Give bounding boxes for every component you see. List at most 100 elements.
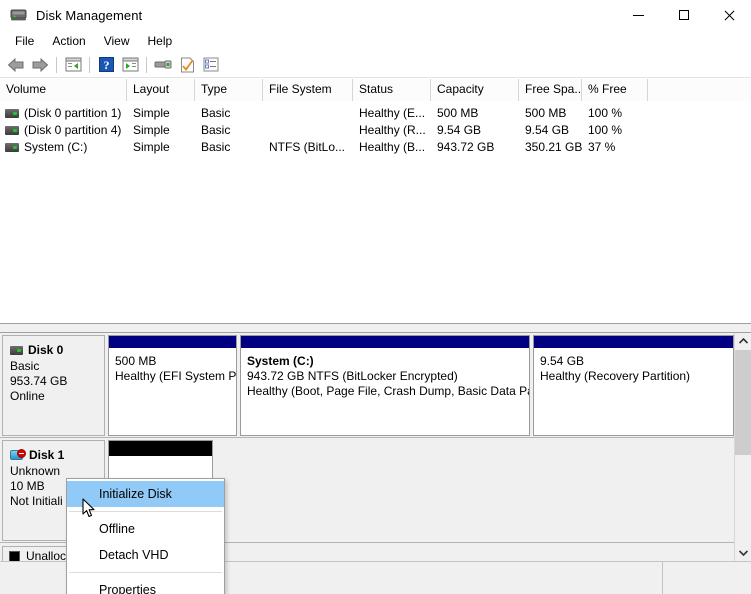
- partition-cap-bar: [534, 336, 733, 349]
- context-menu-separator-2: [69, 572, 222, 573]
- volume-cell-name: (Disk 0 partition 4): [0, 122, 127, 139]
- column-header-volume[interactable]: Volume: [0, 79, 127, 101]
- volume-cell-free-space: 350.21 GB: [525, 140, 582, 154]
- help-icon[interactable]: ?: [94, 54, 118, 76]
- partition-label: System (C:): [247, 354, 314, 368]
- partition-size: 943.72 GB NTFS (BitLocker Encrypted): [247, 369, 458, 383]
- graph-pane-scrollbar[interactable]: [734, 333, 751, 561]
- disk0-partitions: 500 MB Healthy (EFI System Pa System (C:…: [0, 335, 751, 436]
- pane-splitter[interactable]: [0, 323, 751, 333]
- context-menu-item-offline[interactable]: Offline: [67, 516, 224, 542]
- toolbar: ?: [0, 52, 751, 78]
- window-controls: [616, 0, 751, 30]
- scroll-down-button[interactable]: [735, 544, 751, 561]
- volume-cell-type: Basic: [201, 106, 231, 120]
- partition-cap-bar: [109, 336, 236, 349]
- scrollbar-thumb[interactable]: [735, 350, 751, 455]
- scroll-up-button[interactable]: [735, 333, 751, 350]
- partition-system-c[interactable]: System (C:) 943.72 GB NTFS (BitLocker En…: [240, 335, 530, 436]
- volume-cell-layout: Simple: [133, 106, 170, 120]
- maximize-button[interactable]: [661, 0, 706, 30]
- menu-file[interactable]: File: [6, 31, 43, 51]
- partition-size: 9.54 GB: [540, 354, 585, 368]
- legend-swatch-unallocated: [9, 550, 20, 561]
- minimize-button[interactable]: [616, 0, 661, 30]
- status-cell-3: [224, 562, 663, 594]
- partition-size: 500 MB: [115, 354, 157, 368]
- volume-cell-layout: Simple: [133, 123, 170, 137]
- volume-cell-layout: Simple: [133, 140, 170, 154]
- column-header-layout[interactable]: Layout: [127, 79, 195, 101]
- partition-cap-bar: [241, 336, 529, 349]
- context-menu-separator-1: [69, 511, 222, 512]
- volume-name-text: (Disk 0 partition 4): [24, 123, 122, 137]
- column-header-type[interactable]: Type: [195, 79, 263, 101]
- column-header-free-space[interactable]: Free Spa...: [519, 79, 582, 101]
- context-menu-item-properties[interactable]: Properties: [67, 577, 224, 594]
- disk-row-disk0: Disk 0 Basic 953.74 GB Online 500 MB Hea…: [0, 333, 751, 438]
- volume-cell-file-system: NTFS (BitLo...: [269, 140, 346, 154]
- disk-management-window: Disk Management File Action View Help ? …: [0, 0, 751, 594]
- volume-cell-status: Healthy (R...: [359, 123, 426, 137]
- properties-icon[interactable]: [175, 54, 199, 76]
- back-arrow-icon[interactable]: [4, 54, 28, 76]
- volume-list-header: Volume Layout Type File System Status Ca…: [0, 79, 751, 101]
- volume-cell-status: Healthy (E...: [359, 106, 426, 120]
- volume-cell-type: Basic: [201, 140, 231, 154]
- column-header-filler[interactable]: [648, 79, 751, 101]
- volume-cell-capacity: 500 MB: [437, 106, 479, 120]
- column-header-capacity[interactable]: Capacity: [431, 79, 519, 101]
- svg-text:?: ?: [103, 58, 109, 72]
- partition-cap-bar: [109, 441, 212, 457]
- context-menu-item-detach-vhd[interactable]: Detach VHD: [67, 542, 224, 568]
- column-header-status[interactable]: Status: [353, 79, 431, 101]
- volume-cell-status: Healthy (B...: [359, 140, 426, 154]
- partition-body: 9.54 GB Healthy (Recovery Partition): [534, 349, 733, 434]
- volume-cell-free-space: 500 MB: [525, 106, 567, 120]
- context-menu: Initialize Disk Offline Detach VHD Prope…: [66, 478, 225, 594]
- volume-cell-file-system: [263, 122, 353, 139]
- volume-cell-percent-free: 100 %: [588, 123, 623, 137]
- volume-cell-file-system: [263, 105, 353, 122]
- close-button[interactable]: [706, 0, 751, 30]
- volume-cell-type: Basic: [201, 123, 231, 137]
- table-row[interactable]: System (C:) Simple Basic NTFS (BitLo... …: [0, 139, 751, 156]
- forward-arrow-icon[interactable]: [28, 54, 52, 76]
- menu-action[interactable]: Action: [43, 31, 94, 51]
- partition-recovery[interactable]: 9.54 GB Healthy (Recovery Partition): [533, 335, 734, 436]
- volume-name-text: (Disk 0 partition 1): [24, 106, 122, 120]
- menu-view[interactable]: View: [95, 31, 139, 51]
- list-view-icon[interactable]: [199, 54, 223, 76]
- show-hide-action-pane-icon[interactable]: [118, 54, 142, 76]
- volume-cell-percent-free: 100 %: [588, 106, 623, 120]
- partition-status: Healthy (Recovery Partition): [540, 369, 691, 383]
- show-hide-console-tree-icon[interactable]: [61, 54, 85, 76]
- volume-cell-percent-free: 37 %: [588, 140, 616, 154]
- column-header-file-system[interactable]: File System: [263, 79, 353, 101]
- title-bar: Disk Management: [0, 0, 751, 30]
- disk-management-icon: [10, 7, 28, 23]
- toolbar-separator-2: [89, 56, 90, 73]
- context-menu-item-initialize-disk[interactable]: Initialize Disk: [67, 481, 224, 507]
- table-row[interactable]: (Disk 0 partition 4) Simple Basic Health…: [0, 122, 751, 139]
- partition-status: Healthy (EFI System Pa: [115, 369, 236, 383]
- drive-icon: [5, 143, 19, 152]
- volume-cell-name: (Disk 0 partition 1): [0, 105, 127, 122]
- menu-help[interactable]: Help: [139, 31, 182, 51]
- volume-cell-capacity: 9.54 GB: [437, 123, 482, 137]
- window-title: Disk Management: [36, 7, 143, 23]
- menu-bar: File Action View Help: [0, 30, 751, 52]
- partition-body: System (C:) 943.72 GB NTFS (BitLocker En…: [241, 349, 529, 434]
- partition-efi[interactable]: 500 MB Healthy (EFI System Pa: [108, 335, 237, 436]
- volume-cell-free-space: 9.54 GB: [525, 123, 570, 137]
- maximize-icon: [678, 10, 689, 20]
- rescan-disks-icon[interactable]: [151, 54, 175, 76]
- partition-body: 500 MB Healthy (EFI System Pa: [109, 349, 236, 434]
- drive-icon: [5, 126, 19, 135]
- close-icon: [723, 10, 734, 21]
- volume-name-text: System (C:): [24, 140, 88, 154]
- table-row[interactable]: (Disk 0 partition 1) Simple Basic Health…: [0, 105, 751, 122]
- toolbar-separator-1: [56, 56, 57, 73]
- column-header-percent-free[interactable]: % Free: [582, 79, 648, 101]
- volume-cell-name: System (C:): [0, 139, 127, 156]
